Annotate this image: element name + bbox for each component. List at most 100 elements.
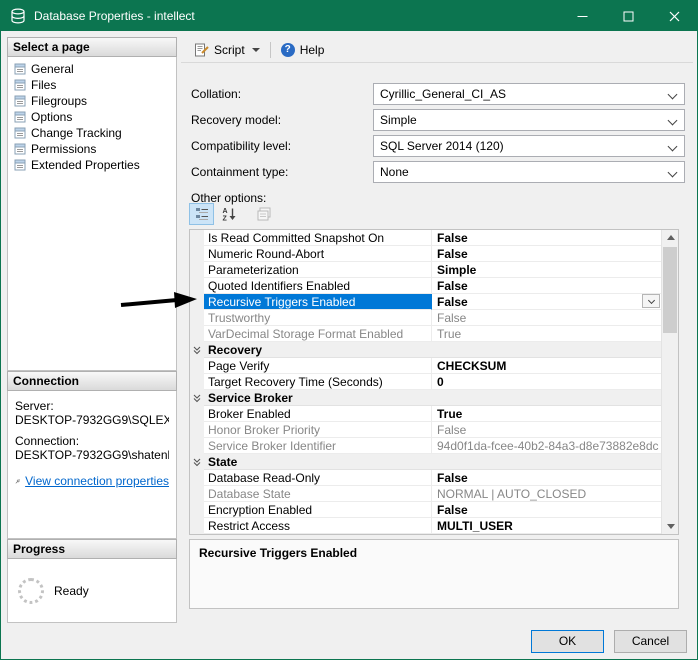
property-row[interactable]: Is Read Committed Snapshot On False [190, 230, 661, 246]
property-row[interactable]: Encryption Enabled False [190, 502, 661, 518]
row-margin [190, 390, 204, 406]
titlebar: Database Properties - intellect [1, 1, 697, 31]
property-name[interactable]: Is Read Committed Snapshot On [204, 230, 432, 246]
pages-panel: General Files Filegroups Options Change … [7, 57, 177, 371]
category-label: Recovery [204, 342, 661, 358]
sidebar-item-extended-properties[interactable]: Extended Properties [8, 157, 176, 173]
property-name[interactable]: Page Verify [204, 358, 432, 374]
property-row[interactable]: Parameterization Simple [190, 262, 661, 278]
property-value[interactable]: Simple [432, 262, 661, 278]
help-button[interactable]: ? Help [276, 41, 330, 59]
property-row[interactable]: Honor Broker Priority False [190, 422, 661, 438]
property-name[interactable]: Restrict Access [204, 518, 432, 534]
collation-label: Collation: [191, 87, 241, 101]
value-dropdown-button[interactable] [642, 294, 660, 308]
property-row[interactable]: Target Recovery Time (Seconds) 0 [190, 374, 661, 390]
property-value[interactable]: False [432, 422, 661, 438]
vertical-scrollbar[interactable] [661, 230, 678, 534]
alphabetical-sort-button[interactable]: A Z [216, 203, 241, 225]
containment-type-select[interactable]: None [373, 161, 685, 183]
category-label: Service Broker [204, 390, 661, 406]
category-row-service-broker[interactable]: Service Broker [190, 390, 661, 406]
property-row[interactable]: Trustworthy False [190, 310, 661, 326]
property-name[interactable]: Trustworthy [204, 310, 432, 326]
property-name[interactable]: Parameterization [204, 262, 432, 278]
property-name[interactable]: Recursive Triggers Enabled [204, 294, 432, 310]
alphabetical-sort-icon: A Z [222, 207, 236, 221]
script-button[interactable]: Script [189, 41, 265, 59]
property-value[interactable]: False [432, 470, 661, 486]
sidebar-item-general[interactable]: General [8, 61, 176, 77]
row-margin [190, 454, 204, 470]
property-value[interactable]: True [432, 326, 661, 342]
property-row-recursive-triggers-enabled-selected[interactable]: Recursive Triggers Enabled False [190, 294, 661, 310]
close-button[interactable] [651, 1, 697, 31]
sidebar-item-options[interactable]: Options [8, 109, 176, 125]
property-value-text: False [437, 295, 468, 309]
cancel-button[interactable]: Cancel [614, 630, 687, 653]
view-connection-properties-link[interactable]: View connection properties [25, 474, 169, 488]
property-name[interactable]: Honor Broker Priority [204, 422, 432, 438]
chevron-down-icon [668, 142, 678, 152]
svg-text:A: A [222, 208, 227, 215]
property-name[interactable]: Database State [204, 486, 432, 502]
category-row-state[interactable]: State [190, 454, 661, 470]
category-row-recovery[interactable]: Recovery [190, 342, 661, 358]
property-row[interactable]: Broker Enabled True [190, 406, 661, 422]
property-name[interactable]: Numeric Round-Abort [204, 246, 432, 262]
property-value[interactable]: False [432, 246, 661, 262]
scroll-up-button[interactable] [662, 230, 679, 245]
maximize-button[interactable] [605, 1, 651, 31]
property-row[interactable]: Numeric Round-Abort False [190, 246, 661, 262]
property-name[interactable]: VarDecimal Storage Format Enabled [204, 326, 432, 342]
property-row[interactable]: VarDecimal Storage Format Enabled True [190, 326, 661, 342]
property-name[interactable]: Broker Enabled [204, 406, 432, 422]
sidebar-item-permissions[interactable]: Permissions [8, 141, 176, 157]
property-value[interactable]: NORMAL | AUTO_CLOSED [432, 486, 661, 502]
property-value[interactable]: False [432, 502, 661, 518]
property-pages-button[interactable] [251, 203, 276, 225]
property-name[interactable]: Target Recovery Time (Seconds) [204, 374, 432, 390]
property-value[interactable]: True [432, 406, 661, 422]
property-value[interactable]: False [432, 230, 661, 246]
containment-type-value: None [380, 165, 409, 179]
chevron-down-icon [668, 116, 678, 126]
property-value[interactable]: False [432, 294, 661, 310]
property-row[interactable]: Page Verify CHECKSUM [190, 358, 661, 374]
categorized-button[interactable] [189, 203, 214, 225]
compatibility-level-select[interactable]: SQL Server 2014 (120) [373, 135, 685, 157]
property-name[interactable]: Quoted Identifiers Enabled [204, 278, 432, 294]
minimize-button[interactable] [559, 1, 605, 31]
property-row[interactable]: Database State NORMAL | AUTO_CLOSED [190, 486, 661, 502]
property-value[interactable]: False [432, 278, 661, 294]
property-name[interactable]: Service Broker Identifier [204, 438, 432, 454]
property-row[interactable]: Database Read-Only False [190, 470, 661, 486]
ok-button[interactable]: OK [531, 630, 604, 653]
property-name[interactable]: Database Read-Only [204, 470, 432, 486]
sidebar-item-files[interactable]: Files [8, 77, 176, 93]
page-icon [14, 143, 26, 155]
property-grid: Is Read Committed Snapshot On False Nume… [189, 229, 679, 535]
connection-value: DESKTOP-7932GG9\shatenka [15, 448, 169, 462]
collation-select[interactable]: Cyrillic_General_CI_AS [373, 83, 685, 105]
sidebar-item-filegroups[interactable]: Filegroups [8, 93, 176, 109]
collapse-chevron-icon [193, 346, 201, 355]
row-margin [190, 374, 204, 390]
property-row[interactable]: Quoted Identifiers Enabled False [190, 278, 661, 294]
property-row[interactable]: Restrict Access MULTI_USER [190, 518, 661, 534]
property-value[interactable]: CHECKSUM [432, 358, 661, 374]
description-title: Recursive Triggers Enabled [199, 546, 357, 560]
recovery-model-select[interactable]: Simple [373, 109, 685, 131]
property-value[interactable]: 94d0f1da-fcee-40b2-84a3-d8e73882e8dc [432, 438, 661, 454]
property-row[interactable]: Service Broker Identifier 94d0f1da-fcee-… [190, 438, 661, 454]
property-name[interactable]: Encryption Enabled [204, 502, 432, 518]
close-icon [669, 11, 680, 22]
property-value[interactable]: 0 [432, 374, 661, 390]
sidebar-item-change-tracking[interactable]: Change Tracking [8, 125, 176, 141]
select-a-page-header: Select a page [7, 37, 177, 57]
property-value[interactable]: False [432, 310, 661, 326]
property-value[interactable]: MULTI_USER [432, 518, 661, 534]
scroll-down-button[interactable] [662, 519, 679, 534]
collation-value: Cyrillic_General_CI_AS [380, 87, 506, 101]
scrollbar-thumb[interactable] [663, 247, 677, 333]
